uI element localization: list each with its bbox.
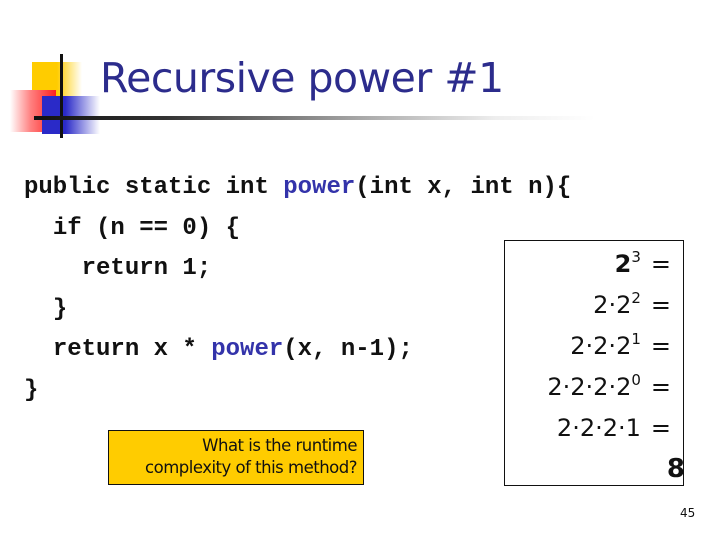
code-line: if (n == 0) { [24, 209, 571, 250]
equals-sign: = [650, 332, 671, 360]
blue-square-decoration [42, 96, 100, 134]
expansion-row: 2·2·2·1 = [547, 405, 671, 446]
equals-sign: = [650, 291, 671, 319]
code-line: return x * power(x, n-1); [24, 330, 571, 371]
expansion-exponent: 3 [631, 248, 641, 266]
equals-sign: = [650, 250, 671, 278]
page-number: 45 [680, 506, 696, 520]
power-expansion: 23 = 2·22 = 2·2·21 = 2·2·2·20 = 2·2·2·1 = 8 [547, 241, 685, 487]
title-underline [34, 116, 694, 120]
code-method-name: power [283, 174, 356, 201]
slide-title: Recursive power #1 [100, 54, 504, 102]
code-line: } [24, 290, 571, 331]
code-text: public static int [24, 174, 284, 201]
expansion-base: 2 [614, 250, 632, 278]
code-text: return x * [52, 336, 212, 363]
code-line: } [24, 371, 571, 412]
expansion-base: 2·2·2 [570, 332, 632, 360]
code-text: (x, n-1); [283, 336, 413, 363]
expansion-row: 2·2·21 = [547, 323, 671, 364]
code-text: return 1; [81, 255, 212, 282]
code-method-name: power [211, 336, 284, 363]
equals-sign: = [650, 373, 671, 401]
code-text: } [24, 376, 39, 404]
code-line: public static int power(int x, int n){ [24, 168, 571, 209]
expansion-base: 2·2 [593, 291, 632, 319]
expansion-row: 23 = [547, 241, 671, 282]
equals-sign: = [650, 414, 671, 442]
question-line-2: complexity of this method? [145, 458, 357, 477]
expansion-result: 8 [666, 454, 685, 484]
expansion-base: 2·2·2·2 [547, 373, 632, 401]
code-text: } [52, 295, 68, 323]
power-expansion-box: 23 = 2·22 = 2·2·21 = 2·2·2·20 = 2·2·2·1 = 8 [504, 240, 685, 487]
expansion-exponent: 2 [631, 289, 641, 307]
expansion-exponent: 0 [631, 371, 641, 389]
code-text: (int x, int n){ [355, 174, 572, 201]
code-line: return 1; [24, 249, 571, 290]
code-text: if (n == 0) { [52, 214, 241, 242]
expansion-row: 2·2·2·20 = [547, 364, 671, 405]
expansion-row: 2·22 = [547, 282, 671, 323]
expansion-exponent: 1 [631, 330, 641, 348]
code-block: public static int power(int x, int n){ i… [24, 168, 571, 411]
expansion-base: 2·2·2·1 [556, 414, 641, 442]
question-callout: What is the runtime complexity of this m… [108, 430, 364, 485]
vertical-line-decoration [60, 54, 63, 138]
expansion-result-row: 8 [547, 446, 685, 487]
question-line-1: What is the runtime [202, 436, 357, 455]
